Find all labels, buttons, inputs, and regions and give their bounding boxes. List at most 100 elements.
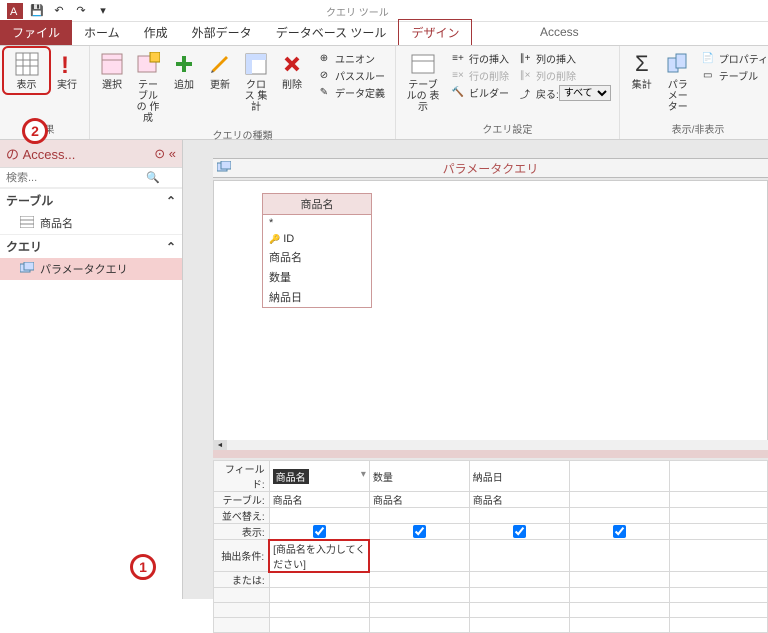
nav-dropdown-icon[interactable]: ⊙ « (154, 146, 176, 162)
grid-cell[interactable] (269, 508, 369, 524)
nav-cat-queries[interactable]: クエリ⌃ (0, 234, 182, 258)
return-select[interactable]: すべて (559, 85, 611, 101)
nav-item-query[interactable]: パラメータクエリ (0, 258, 182, 280)
grid-row-criteria: 抽出条件: [商品名を入力してください] (214, 540, 768, 572)
deleterow-icon: ≡× (450, 69, 466, 83)
criteria-cell[interactable]: [商品名を入力してください] (269, 540, 369, 572)
query-tab-title: パラメータクエリ (443, 160, 539, 177)
query-tab-bar: パラメータクエリ (213, 158, 768, 178)
view-button[interactable]: 表示 (4, 48, 49, 93)
grid-cell[interactable] (569, 492, 669, 508)
grid-cell[interactable] (569, 508, 669, 524)
grid-cell[interactable] (569, 540, 669, 572)
table-field[interactable]: 数量 (263, 267, 371, 287)
table-field-star[interactable]: * (263, 215, 371, 231)
table-field-id[interactable]: 🔑ID (263, 231, 371, 247)
nav-item-table[interactable]: 商品名 (0, 212, 182, 234)
update-button[interactable]: 更新 (202, 48, 238, 126)
row-label-show: 表示: (214, 524, 270, 540)
tablenames-icon: ▭ (700, 69, 716, 83)
grid-cell[interactable] (569, 524, 669, 540)
insertcol-button[interactable]: ∥+列の挿入 (515, 50, 613, 67)
run-button[interactable]: ! 実行 (49, 48, 85, 93)
nav-header[interactable]: の Access... ⊙ « (0, 140, 182, 168)
nav-search-input[interactable] (6, 172, 146, 184)
maketable-button[interactable]: テーブルの 作成 (130, 48, 166, 126)
ribbon-group-showhide-label: 表示/非表示 (624, 120, 768, 137)
grid-cell[interactable] (269, 572, 369, 588)
show-checkbox[interactable] (413, 525, 426, 538)
show-checkbox[interactable] (613, 525, 626, 538)
show-checkbox[interactable] (313, 525, 326, 538)
grid-cell[interactable]: 納品日 (469, 461, 569, 492)
grid-cell[interactable] (469, 572, 569, 588)
grid-cell[interactable] (369, 540, 469, 572)
tab-dbtools[interactable]: データベース ツール (264, 20, 399, 45)
select-query-button[interactable]: 選択 (94, 48, 130, 126)
builder-button[interactable]: 🔨ビルダー (448, 84, 511, 101)
datadef-button[interactable]: ✎データ定義 (314, 84, 387, 101)
grid-cell[interactable] (469, 524, 569, 540)
table-field[interactable]: 納品日 (263, 287, 371, 307)
table-box[interactable]: 商品名 * 🔑ID 商品名 数量 納品日 (262, 193, 372, 308)
diagram-scrollbar[interactable]: ◄ (213, 440, 768, 450)
qat-dropdown-icon[interactable]: ▾ (94, 2, 112, 20)
show-checkbox[interactable] (513, 525, 526, 538)
grid-cell[interactable]: 商品名 (369, 492, 469, 508)
search-icon[interactable]: 🔍 (146, 171, 160, 184)
builder-icon: 🔨 (450, 86, 466, 100)
scroll-left-icon[interactable]: ◄ (213, 440, 227, 450)
propsheet-button[interactable]: 📄プロパティ (698, 50, 768, 67)
crosstab-icon (242, 50, 270, 78)
tab-home[interactable]: ホーム (72, 20, 132, 45)
ribbon: 表示 ! 実行 結果 選択 テーブルの 作成 追加 更新 クロス 集計 削除 ⊕… (0, 46, 768, 140)
tab-create[interactable]: 作成 (132, 20, 180, 45)
nav-cat-tables[interactable]: テーブル⌃ (0, 188, 182, 212)
grid-cell[interactable] (469, 540, 569, 572)
grid-row-table: テーブル: 商品名 商品名 商品名 (214, 492, 768, 508)
grid-cell[interactable] (369, 508, 469, 524)
showtable-button[interactable]: テーブルの 表示 (400, 48, 446, 115)
grid-cell[interactable] (569, 461, 669, 492)
maketable-label: テーブルの 作成 (134, 80, 162, 124)
table-field[interactable]: 商品名 (263, 247, 371, 267)
table-diagram-pane[interactable]: 商品名 * 🔑ID 商品名 数量 納品日 (213, 180, 768, 450)
redo-icon[interactable]: ↷ (72, 2, 90, 20)
deleterow-button[interactable]: ≡×行の削除 (448, 67, 511, 84)
contextual-tab-label: クエリ ツール (326, 4, 389, 19)
grid-cell[interactable] (269, 524, 369, 540)
grid-cell[interactable] (369, 572, 469, 588)
append-button[interactable]: 追加 (166, 48, 202, 126)
dropdown-icon[interactable]: ▾ (361, 469, 366, 480)
collapse-icon: ⌃ (166, 194, 176, 208)
append-icon (170, 50, 198, 78)
grid-cell[interactable]: 商品名 (269, 492, 369, 508)
tab-external[interactable]: 外部データ (180, 20, 264, 45)
tablenames-button[interactable]: ▭テーブル (698, 67, 768, 84)
grid-cell[interactable] (369, 524, 469, 540)
save-icon[interactable]: 💾 (28, 2, 46, 20)
insertrow-button[interactable]: ≡+行の挿入 (448, 50, 511, 67)
grid-row-show: 表示: (214, 524, 768, 540)
deletecol-button[interactable]: ∥×列の削除 (515, 67, 613, 84)
collapse-icon: ⌃ (166, 240, 176, 254)
query-design-grid: フィールド: 商品名 ▾ 数量 納品日 テーブル: 商品名 商品名 商品名 並べ… (213, 460, 768, 599)
update-icon (206, 50, 234, 78)
grid-cell[interactable]: 商品名 (469, 492, 569, 508)
totals-button[interactable]: Σ集計 (624, 48, 660, 115)
navigation-pane: の Access... ⊙ « 🔍 テーブル⌃ 商品名 クエリ⌃ パラメータクエ… (0, 140, 183, 599)
grid-cell[interactable]: 数量 (369, 461, 469, 492)
params-button[interactable]: パラメーター (660, 48, 696, 115)
grid-cell[interactable] (569, 572, 669, 588)
grid-cell[interactable] (469, 508, 569, 524)
grid-row-sort: 並べ替え: (214, 508, 768, 524)
pane-splitter[interactable] (213, 450, 768, 458)
grid-cell[interactable]: 商品名 ▾ (269, 461, 369, 492)
passthrough-button[interactable]: ⊘パススルー (314, 67, 387, 84)
tab-design[interactable]: デザイン (398, 19, 472, 45)
undo-icon[interactable]: ↶ (50, 2, 68, 20)
delete-query-button[interactable]: 削除 (274, 48, 310, 126)
union-button[interactable]: ⊕ユニオン (314, 50, 387, 67)
crosstab-button[interactable]: クロス 集計 (238, 48, 274, 126)
tab-file[interactable]: ファイル (0, 20, 72, 45)
